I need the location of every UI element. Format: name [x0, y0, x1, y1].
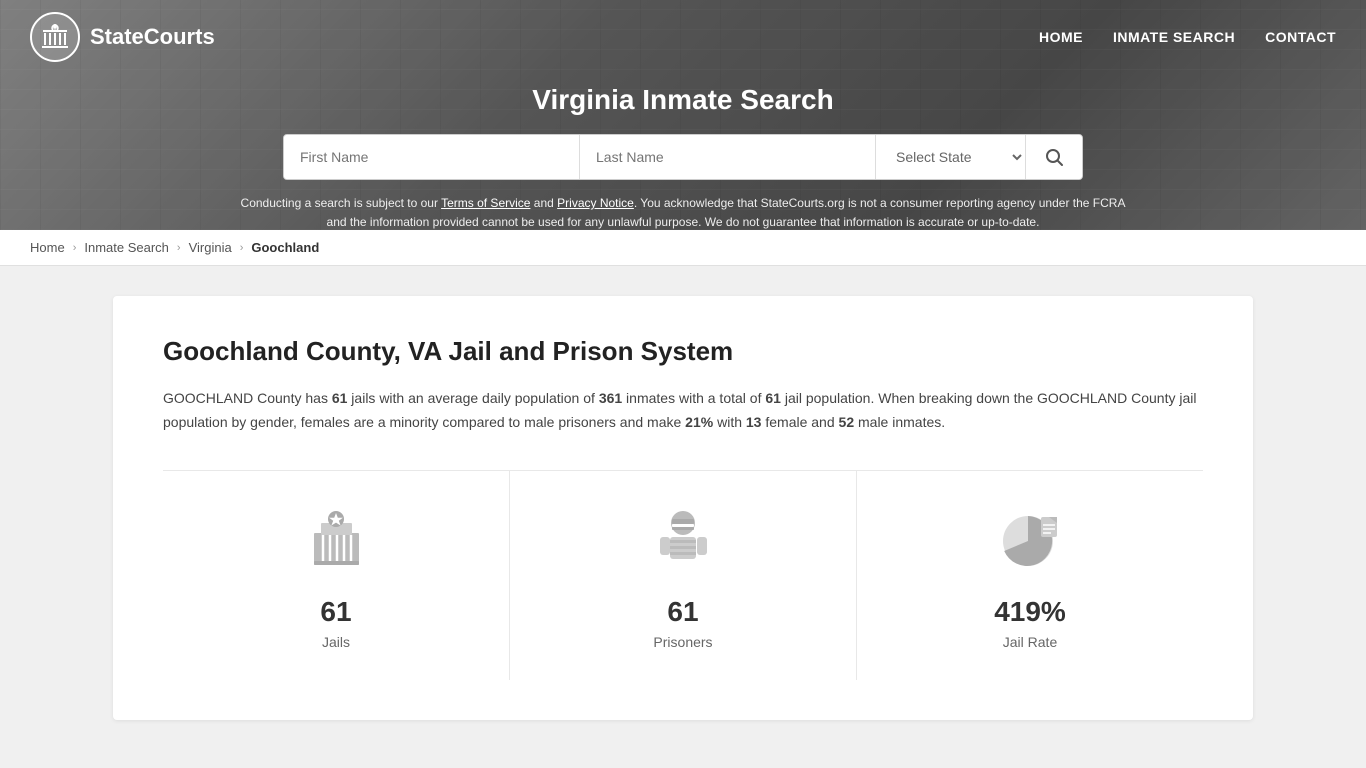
jail-rate-number: 419%	[994, 596, 1066, 628]
search-icon	[1044, 147, 1064, 167]
total-pop: 61	[765, 390, 781, 406]
main-content: Goochland County, VA Jail and Prison Sys…	[93, 296, 1273, 720]
search-button[interactable]	[1026, 135, 1082, 179]
jails-icon	[296, 501, 376, 581]
nav-links: HOME INMATE SEARCH CONTACT	[1039, 29, 1336, 45]
courthouse-icon	[40, 22, 70, 52]
last-name-input[interactable]	[580, 135, 876, 179]
stat-prisoners: 61 Prisoners	[510, 471, 857, 680]
content-card: Goochland County, VA Jail and Prison Sys…	[113, 296, 1253, 720]
breadcrumb-sep-3: ›	[240, 242, 244, 254]
nav-contact[interactable]: CONTACT	[1265, 29, 1336, 45]
female-count: 13	[746, 414, 762, 430]
pie-chart-icon	[993, 503, 1068, 578]
search-title: Virginia Inmate Search	[20, 84, 1346, 116]
disclaimer: Conducting a search is subject to our Te…	[233, 194, 1133, 230]
nav-inmate-search[interactable]: INMATE SEARCH	[1113, 29, 1235, 45]
breadcrumb-sep-2: ›	[177, 242, 181, 254]
navbar: StateCourts HOME INMATE SEARCH CONTACT	[0, 0, 1366, 74]
header: StateCourts HOME INMATE SEARCH CONTACT V…	[0, 0, 1366, 230]
jail-rate-label: Jail Rate	[1003, 634, 1057, 650]
stats-row: 61 Jails	[163, 470, 1203, 680]
stat-jail-rate: 419% Jail Rate	[857, 471, 1203, 680]
terms-link[interactable]: Terms of Service	[441, 196, 530, 210]
building-icon	[299, 503, 374, 578]
state-select[interactable]: Select State Virginia California Texas	[876, 135, 1026, 179]
jails-count: 61	[332, 390, 348, 406]
breadcrumb-current: Goochland	[251, 240, 319, 255]
search-section: Virginia Inmate Search Select State Virg…	[0, 74, 1366, 230]
search-bar: Select State Virginia California Texas	[283, 134, 1083, 180]
breadcrumb-state[interactable]: Virginia	[189, 240, 232, 255]
prisoners-label: Prisoners	[653, 634, 712, 650]
nav-home[interactable]: HOME	[1039, 29, 1083, 45]
breadcrumb: Home › Inmate Search › Virginia › Goochl…	[0, 230, 1366, 266]
first-name-input[interactable]	[284, 135, 580, 179]
male-count: 52	[839, 414, 855, 430]
logo[interactable]: StateCourts	[30, 12, 215, 62]
prisoner-icon	[646, 503, 721, 578]
prisoners-number: 61	[667, 596, 698, 628]
logo-icon	[30, 12, 80, 62]
prisoners-icon	[643, 501, 723, 581]
jail-rate-icon	[990, 501, 1070, 581]
logo-text: StateCourts	[90, 24, 215, 50]
privacy-link[interactable]: Privacy Notice	[557, 196, 634, 210]
jails-number: 61	[320, 596, 351, 628]
female-pct: 21%	[685, 414, 713, 430]
breadcrumb-inmate-search[interactable]: Inmate Search	[84, 240, 169, 255]
description: GOOCHLAND County has 61 jails with an av…	[163, 387, 1203, 435]
breadcrumb-sep-1: ›	[73, 242, 77, 254]
avg-pop: 361	[599, 390, 622, 406]
jails-label: Jails	[322, 634, 350, 650]
breadcrumb-home[interactable]: Home	[30, 240, 65, 255]
stat-jails: 61 Jails	[163, 471, 510, 680]
page-title: Goochland County, VA Jail and Prison Sys…	[163, 336, 1203, 367]
